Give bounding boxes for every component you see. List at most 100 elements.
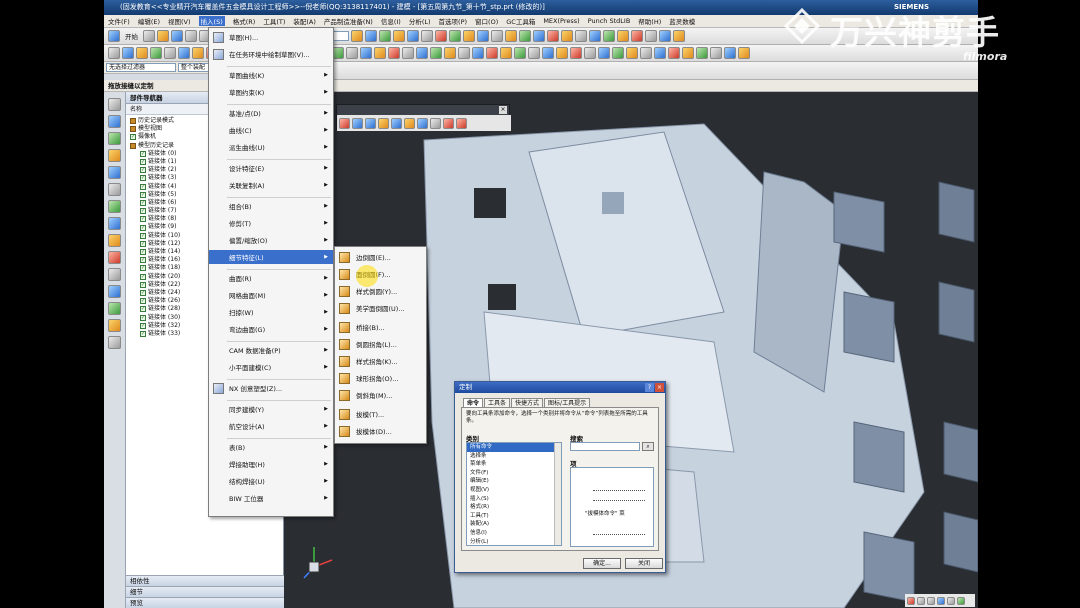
search-input[interactable]	[570, 442, 640, 451]
start-label[interactable]: 开始	[122, 31, 141, 41]
detail-feature-item[interactable]: 边倒圆(E)...	[335, 250, 426, 264]
detail-feature-item[interactable]: 面倒圆(F)...	[335, 267, 426, 281]
cone-icon[interactable]	[391, 117, 402, 129]
perspective-icon[interactable]	[164, 47, 176, 59]
assembly-navigator-icon[interactable]	[108, 115, 121, 128]
category-item[interactable]: 菜单条	[467, 460, 561, 469]
gear-icon[interactable]	[108, 98, 121, 111]
visibility-check-icon[interactable]: ✓	[140, 216, 146, 223]
csys-icon[interactable]	[360, 47, 372, 59]
insert-menu-item[interactable]: 设计特征(E) ▶	[209, 161, 333, 175]
rib-icon[interactable]	[417, 117, 428, 129]
insert-menu-item[interactable]: 航空设计(A) ▶	[209, 419, 333, 433]
project-curve-icon[interactable]	[570, 47, 582, 59]
visibility-check-icon[interactable]: ✓	[130, 134, 136, 141]
menu-help[interactable]: 帮助(H)	[638, 16, 661, 26]
menu-tools[interactable]: 工具(T)	[263, 16, 285, 26]
hd3d-icon[interactable]	[108, 183, 121, 196]
pan-icon[interactable]	[150, 47, 162, 59]
visibility-check-icon[interactable]: ✓	[140, 322, 146, 329]
feature-icon[interactable]	[130, 118, 136, 125]
tab-toolbars[interactable]: 工具条	[484, 398, 511, 407]
visibility-check-icon[interactable]: ✓	[140, 249, 146, 256]
category-item[interactable]: 工具(T)	[467, 512, 561, 521]
punch-icon[interactable]	[696, 47, 708, 59]
visibility-check-icon[interactable]: ✓	[140, 298, 146, 305]
input-method-icon[interactable]	[907, 596, 915, 605]
visibility-check-icon[interactable]: ✓	[140, 314, 146, 321]
category-item[interactable]: 视图(V)	[467, 486, 561, 495]
command-preview[interactable]: "拔模体命令" 菜	[570, 467, 654, 547]
insert-menu-item[interactable]: 焊接助理(H) ▶	[209, 457, 333, 471]
history-icon[interactable]	[108, 217, 121, 230]
divide-face-icon[interactable]	[542, 47, 554, 59]
bridge-curve-icon[interactable]	[626, 47, 638, 59]
chamfer-icon[interactable]	[491, 30, 503, 42]
section-icon[interactable]	[659, 30, 671, 42]
visibility-check-icon[interactable]: ✓	[140, 208, 146, 215]
insert-menu-item[interactable]: 草图约束(K) ▶	[209, 85, 333, 99]
offset-curve-icon[interactable]	[612, 47, 624, 59]
intersect-icon[interactable]	[463, 30, 475, 42]
die-wizard-icon[interactable]	[108, 336, 121, 349]
insert-menu-item[interactable]: 网格曲面(M) ▶	[209, 288, 333, 302]
sphere-icon[interactable]	[404, 117, 415, 129]
boss-icon[interactable]	[407, 30, 419, 42]
edge-blend-icon[interactable]	[477, 30, 489, 42]
menu-punch-stdlib[interactable]: Punch StdLIB	[588, 17, 631, 25]
sew-icon[interactable]	[402, 47, 414, 59]
move-face-icon[interactable]	[589, 30, 601, 42]
isoparametric-icon[interactable]	[598, 47, 610, 59]
visibility-check-icon[interactable]: ✓	[140, 257, 146, 264]
menu-gc-toolkit[interactable]: GC工具箱	[506, 16, 535, 26]
insert-menu-item[interactable]: CAM 数据准备(P) ▶	[209, 343, 333, 357]
cut-icon[interactable]	[185, 30, 197, 42]
menu-analysis[interactable]: 分析(L)	[409, 16, 431, 26]
menu-edit[interactable]: 编辑(E)	[138, 16, 160, 26]
insert-menu-item[interactable]: 草图(H)...	[209, 30, 333, 44]
sketch-icon[interactable]	[351, 30, 363, 42]
insert-menu-item[interactable]: 修剪(T) ▶	[209, 216, 333, 230]
visibility-check-icon[interactable]: ✓	[140, 306, 146, 313]
visibility-check-icon[interactable]: ✓	[140, 175, 146, 182]
insert-menu-item[interactable]: NX 创意塑型(Z)...	[209, 381, 333, 395]
keyboard-icon[interactable]	[947, 596, 955, 605]
close-button[interactable]: 关闭	[625, 558, 663, 569]
composite-curve-icon[interactable]	[640, 47, 652, 59]
flange-icon[interactable]	[682, 47, 694, 59]
menu-mex-press[interactable]: MEX(Press)	[543, 17, 579, 25]
emboss-icon[interactable]	[668, 47, 680, 59]
insert-menu-item[interactable]: 在任务环境中绘制草图(V)...	[209, 47, 333, 61]
insert-menu-item[interactable]: BIW 工位器 ▶	[209, 491, 333, 505]
pattern-icon[interactable]	[575, 30, 587, 42]
fit-view-icon[interactable]	[108, 47, 120, 59]
wireframe-icon[interactable]	[192, 47, 204, 59]
insert-menu-item[interactable]: 基准/点(D) ▶	[209, 106, 333, 120]
close-icon[interactable]: ×	[655, 383, 664, 392]
chinese-mode-icon[interactable]	[917, 596, 925, 605]
insert-menu-item[interactable]: 扫掠(W) ▶	[209, 305, 333, 319]
palette-icon[interactable]	[108, 234, 121, 247]
menu-preferences[interactable]: 首选项(P)	[439, 16, 468, 26]
start-icon[interactable]	[108, 30, 120, 42]
bounded-plane-icon[interactable]	[444, 47, 456, 59]
ok-button[interactable]: 确定...	[583, 558, 621, 569]
visibility-check-icon[interactable]: ✓	[140, 330, 146, 337]
category-item[interactable]: 装配(A)	[467, 520, 561, 529]
punch-lib-icon[interactable]	[738, 47, 750, 59]
insert-menu-item[interactable]: 曲面(R) ▶	[209, 271, 333, 285]
unite-icon[interactable]	[435, 30, 447, 42]
category-item[interactable]: 编辑(E)	[467, 477, 561, 486]
menu-view[interactable]: 视图(V)	[168, 16, 191, 26]
replace-face-icon[interactable]	[603, 30, 615, 42]
axis-icon[interactable]	[374, 47, 386, 59]
help-icon[interactable]: ?	[645, 383, 654, 392]
intersect-curve-icon[interactable]	[584, 47, 596, 59]
insert-menu-item[interactable]: 同步建模(Y) ▶	[209, 402, 333, 416]
shell-icon[interactable]	[505, 30, 517, 42]
color-icon[interactable]	[339, 117, 350, 129]
web-browser-icon[interactable]	[108, 200, 121, 213]
plane-icon[interactable]	[346, 47, 358, 59]
panel-dependencies[interactable]: 相依性	[126, 575, 284, 586]
detail-feature-item[interactable]: 拔模体(D)...	[335, 424, 426, 438]
